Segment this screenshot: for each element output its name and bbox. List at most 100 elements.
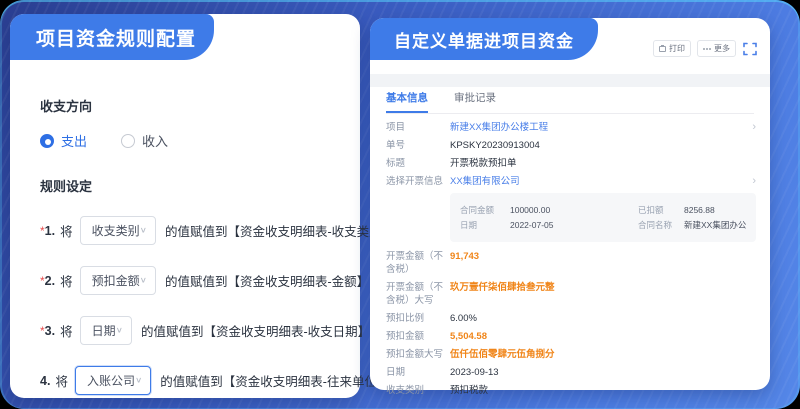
header-divider-strip	[370, 74, 770, 87]
field-label: 项目	[386, 121, 450, 134]
field-list: 项目 新建XX集团办公楼工程 单号 KPSKY20230913004 标题 开票…	[386, 118, 756, 399]
project-link[interactable]: 新建XX集团办公楼工程	[450, 121, 746, 134]
field-label: 选择开票信息	[386, 175, 450, 188]
rule-suffix: 的值赋值到【资金收支明细表-金额】中	[165, 271, 382, 290]
rules-label: 规则设定	[40, 176, 340, 195]
radio-label: 收入	[142, 131, 168, 150]
rule-2-field-select[interactable]: 预扣金额	[80, 266, 156, 295]
deducted-amount-value: 8256.88	[684, 205, 746, 215]
field-value: 伍仟伍佰零肆元伍角捌分	[450, 348, 756, 361]
rule-suffix: 的值赋值到【资金收支明细表-收支日期】中	[141, 321, 383, 340]
radio-circle-icon[interactable]	[40, 134, 54, 148]
field-row-project[interactable]: 项目 新建XX集团办公楼工程	[386, 118, 756, 136]
field-row-invoice-info[interactable]: 选择开票信息 XX集团有限公司	[386, 172, 756, 190]
contract-detail-box: 合同金额 100000.00 已扣额 8256.88 日期 2022-07-05…	[450, 193, 756, 242]
radio-income[interactable]: 收入	[121, 131, 168, 150]
field-label: 预扣比例	[386, 312, 450, 325]
panel-toolbar: 打印 更多	[653, 40, 758, 57]
panel-title: 项目资金规则配置	[36, 24, 196, 51]
field-row-withholding-ratio: 预扣比例 6.00%	[386, 309, 756, 327]
field-row-category: 收支类别 预扣税款	[386, 381, 756, 399]
rule-word: 将	[60, 271, 73, 290]
rule-4-field-select[interactable]: 入账公司	[75, 366, 151, 395]
field-row-date: 日期 2023-09-13	[386, 363, 756, 381]
more-button[interactable]: 更多	[697, 40, 736, 57]
select-value: 入账公司	[87, 372, 135, 389]
field-label: 日期	[386, 366, 450, 379]
field-row-title: 标题 开票税款预扣单	[386, 154, 756, 172]
deducted-amount-label: 已扣额	[638, 204, 684, 216]
panel-title-ribbon: 自定义单据进项目资金	[370, 18, 598, 60]
panel-title: 自定义单据进项目资金	[394, 27, 574, 52]
chevron-down-icon	[140, 276, 147, 285]
field-row-invoice-amount-caps: 开票金额（不含税）大写 玖万壹仟柒佰肆拾叁元整	[386, 278, 756, 309]
fullscreen-icon[interactable]	[742, 41, 758, 57]
invoice-company-link[interactable]: XX集团有限公司	[450, 175, 746, 188]
rule-config-panel: 项目资金规则配置 收支方向 支出 收入 规则设定 1. 将 收	[10, 14, 360, 398]
contract-name-value: 新建XX集团办公楼工程施工总承包合同	[684, 219, 746, 231]
print-button-label: 打印	[669, 43, 685, 54]
radio-label: 支出	[61, 131, 87, 150]
chevron-right-icon[interactable]	[746, 121, 756, 134]
direction-label: 收支方向	[40, 96, 340, 115]
blue-gradient-frame: 项目资金规则配置 收支方向 支出 收入 规则设定 1. 将 收	[0, 0, 800, 409]
more-button-label: 更多	[714, 43, 730, 54]
field-row-invoice-amount: 开票金额（不含税） 91,743	[386, 247, 756, 278]
contract-box-row: 合同金额 100000.00 已扣额 8256.88	[460, 204, 746, 216]
field-value: 开票税款预扣单	[450, 157, 756, 170]
field-label: 收支类别	[386, 384, 450, 397]
field-value: 预扣税款	[450, 384, 756, 397]
field-label: 预扣金额	[386, 330, 450, 343]
contract-date-value: 2022-07-05	[510, 220, 638, 230]
rule-number: 2.	[45, 274, 55, 288]
radio-expenditure[interactable]: 支出	[40, 131, 87, 150]
field-value: KPSKY20230913004	[450, 139, 756, 152]
tab-bar: 基本信息 审批记录	[386, 90, 754, 114]
field-value: 2023-09-13	[450, 366, 756, 379]
contract-box-row: 日期 2022-07-05 合同名称 新建XX集团办公楼工程施工总承包合同	[460, 219, 746, 231]
panel-title-ribbon: 项目资金规则配置	[10, 14, 214, 60]
field-row-doc-number: 单号 KPSKY20230913004	[386, 136, 756, 154]
chevron-down-icon	[135, 376, 142, 385]
rule-suffix: 的值赋值到【资金收支明细表-往来单位】中	[160, 371, 402, 390]
rule-3-field-select[interactable]: 日期	[80, 316, 132, 345]
rule-1-field-select[interactable]: 收支类别	[80, 216, 156, 245]
field-row-withholding-amount-caps: 预扣金额大写 伍仟伍佰零肆元伍角捌分	[386, 345, 756, 363]
field-label: 单号	[386, 139, 450, 152]
rule-number: 4.	[40, 374, 50, 388]
radio-circle-icon[interactable]	[121, 134, 135, 148]
field-label: 开票金额（不含税）	[386, 250, 450, 276]
rule-word: 将	[60, 221, 73, 240]
select-value: 日期	[92, 322, 116, 339]
tab-approval-record[interactable]: 审批记录	[454, 90, 496, 113]
rule-number: 3.	[45, 324, 55, 338]
print-icon	[659, 46, 666, 52]
chevron-down-icon	[116, 326, 123, 335]
print-button[interactable]: 打印	[653, 40, 691, 57]
field-value: 玖万壹仟柒佰肆拾叁元整	[450, 281, 756, 294]
field-row-withholding-amount: 预扣金额 5,504.58	[386, 327, 756, 345]
contract-date-label: 日期	[460, 219, 510, 231]
more-dots-icon	[703, 48, 711, 50]
direction-radio-group: 支出 收入	[40, 131, 340, 150]
rule-word: 将	[60, 321, 73, 340]
contract-amount-label: 合同金额	[460, 204, 510, 216]
rule-word: 将	[55, 371, 68, 390]
custom-document-panel: 自定义单据进项目资金 打印 更多 基本信息 审批记录	[370, 18, 770, 390]
field-value: 91,743	[450, 250, 756, 263]
rule-row-1: 1. 将 收支类别 的值赋值到【资金收支明细表-收支类别】中	[40, 216, 340, 245]
contract-name-label: 合同名称	[638, 219, 684, 231]
field-value: 6.00%	[450, 312, 756, 325]
select-value: 预扣金额	[92, 272, 140, 289]
field-label: 预扣金额大写	[386, 348, 450, 361]
rule-row-3: 3. 将 日期 的值赋值到【资金收支明细表-收支日期】中	[40, 316, 340, 345]
field-value: 5,504.58	[450, 330, 756, 343]
select-value: 收支类别	[92, 222, 140, 239]
rule-row-4: 4. 将 入账公司 的值赋值到【资金收支明细表-往来单位】中	[40, 366, 340, 395]
chevron-right-icon[interactable]	[746, 175, 756, 188]
rule-row-2: 2. 将 预扣金额 的值赋值到【资金收支明细表-金额】中	[40, 266, 340, 295]
tab-basic-info[interactable]: 基本信息	[386, 90, 428, 113]
contract-amount-value: 100000.00	[510, 205, 638, 215]
field-label: 标题	[386, 157, 450, 170]
rule-config-body: 收支方向 支出 收入 规则设定 1. 将 收支类别	[40, 74, 340, 395]
